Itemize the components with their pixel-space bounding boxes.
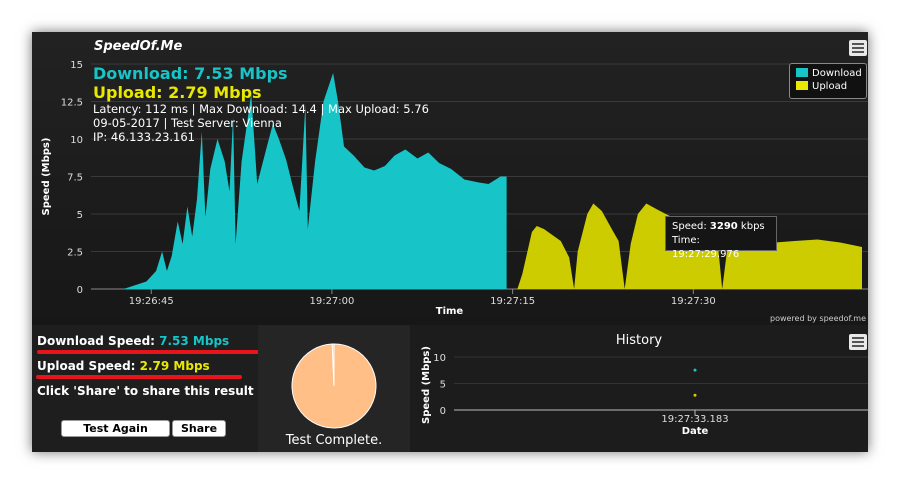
download-underline — [37, 350, 259, 354]
speed-chart-panel: 0 2.5 5 7.5 10 12.5 15 19:26:45 19:27:00 19:27:15… — [32, 32, 868, 325]
chart-legend: Download Upload — [789, 63, 867, 99]
y-tick-label: 0 — [77, 285, 83, 296]
summary-download-label: Download Speed: — [37, 334, 160, 348]
powered-by-link[interactable]: powered by speedof.me — [770, 314, 866, 323]
result-stats: Download: 7.53 Mbps Upload: 2.79 Mbps La… — [93, 64, 429, 144]
share-hint: Click 'Share' to share this result — [37, 384, 254, 398]
chart-menu-icon[interactable] — [849, 40, 867, 56]
tooltip-time: Time: 19:27:29.976 — [672, 234, 770, 262]
tooltip-speed-label: Speed: — [672, 221, 710, 232]
summary-upload: Upload Speed: 2.79 Mbps — [37, 359, 210, 373]
history-menu-icon[interactable] — [849, 334, 867, 350]
upload-result: Upload: 2.79 Mbps — [93, 83, 429, 102]
brand-title: SpeedOf.Me — [94, 39, 183, 54]
tooltip-time-label: Time: — [672, 235, 700, 246]
history-panel: 0 5 10 19:27:33.183 Date Speed (Mbps) History — [410, 325, 868, 452]
history-title: History — [615, 333, 663, 348]
legend-item-upload[interactable]: Upload — [796, 81, 847, 92]
history-point-download — [693, 368, 697, 372]
chart-tooltip: Speed: 3290 kbps Time: 19:27:29.976 — [665, 216, 777, 260]
legend-item-download[interactable]: Download — [796, 68, 862, 79]
pie-panel: Test Complete. — [258, 325, 410, 452]
summary-download: Download Speed: 7.53 Mbps — [37, 334, 229, 348]
speedtest-widget: 0 2.5 5 7.5 10 12.5 15 19:26:45 19:27:00 19:27:15… — [32, 32, 868, 452]
download-result: Download: 7.53 Mbps — [93, 64, 429, 83]
upload-label: Upload: — [93, 83, 169, 102]
ip-line: IP: 46.133.23.161 — [93, 130, 195, 144]
y-tick-label: 7.5 — [67, 173, 83, 184]
latency-line: Latency: 112 ms | Max Download: 14.4 | M… — [93, 102, 429, 116]
y-tick-label: 5 — [77, 210, 83, 221]
upload-value: 2.79 Mbps — [168, 83, 262, 102]
tooltip-time-value: 19:27:29.976 — [672, 249, 740, 260]
download-swatch — [796, 68, 808, 77]
date-server-line: 09-05-2017 | Test Server: Vienna — [93, 116, 282, 130]
y-axis-title: Speed (Mbps) — [41, 138, 52, 216]
share-button[interactable]: Share — [172, 420, 226, 437]
summary-panel: Download Speed: 7.53 Mbps Upload Speed: … — [32, 325, 259, 452]
tooltip-speed-unit: kbps — [737, 221, 765, 232]
tooltip-speed: Speed: 3290 kbps — [672, 220, 770, 234]
legend-download-label: Download — [812, 68, 862, 79]
x-tick-label: 19:27:30 — [671, 296, 716, 307]
y-tick-label: 15 — [70, 60, 83, 71]
upload-swatch — [796, 81, 808, 90]
x-tick-label: 19:27:00 — [309, 296, 354, 307]
history-y-axis-title: Speed (Mbps) — [421, 346, 432, 424]
summary-download-value: 7.53 Mbps — [159, 334, 230, 348]
x-tick-label: 19:27:15 — [490, 296, 535, 307]
upload-underline — [36, 375, 242, 379]
tooltip-speed-value: 3290 — [709, 221, 738, 232]
summary-upload-value: 2.79 Mbps — [139, 359, 210, 373]
history-y-tick-label: 5 — [440, 380, 446, 391]
history-y-tick-label: 0 — [440, 406, 446, 417]
y-tick-label: 10 — [70, 135, 83, 146]
x-axis-title: Time — [436, 306, 464, 317]
history-point-upload — [693, 393, 697, 397]
history-x-axis-title: Date — [682, 426, 709, 437]
x-tick-label: 19:26:45 — [129, 296, 174, 307]
y-tick-label: 12.5 — [61, 98, 83, 109]
download-label: Download: — [93, 64, 195, 83]
summary-upload-label: Upload Speed: — [37, 359, 140, 373]
y-tick-label: 2.5 — [67, 248, 83, 259]
test-again-button[interactable]: Test Again — [61, 420, 170, 437]
history-x-tick-label: 19:27:33.183 — [661, 414, 728, 425]
result-pie-chart — [291, 343, 377, 429]
download-value: 7.53 Mbps — [194, 64, 288, 83]
test-status: Test Complete. — [285, 433, 383, 448]
legend-upload-label: Upload — [812, 81, 848, 92]
history-y-tick-label: 10 — [433, 353, 446, 364]
